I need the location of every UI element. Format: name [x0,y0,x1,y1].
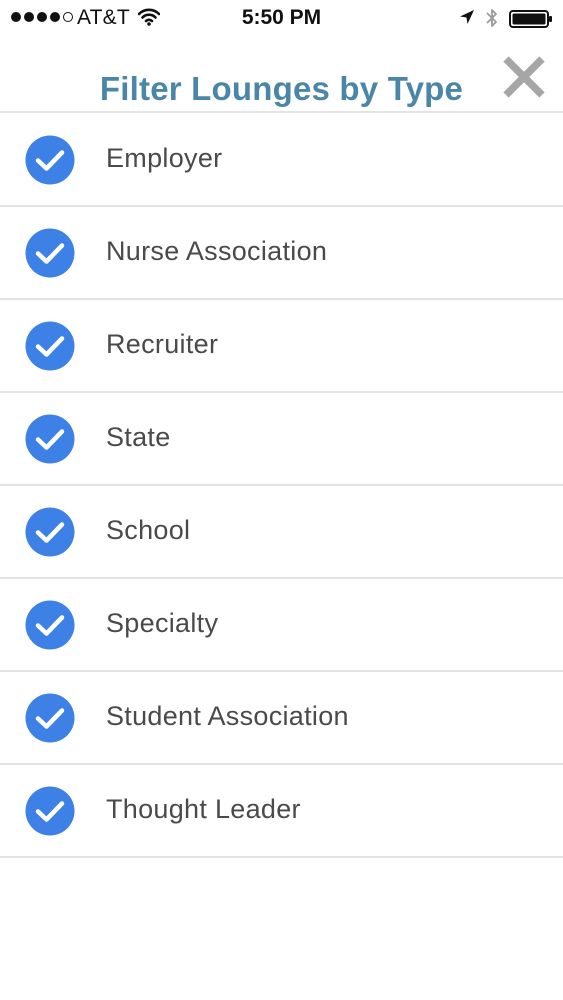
filter-item-student-association[interactable]: Student Association [0,672,563,765]
filter-label: Employer [106,143,223,173]
filter-item-school[interactable]: School [0,486,563,579]
checkmark-circle-icon[interactable] [25,786,75,836]
checkmark-circle-icon[interactable] [25,135,75,185]
bluetooth-icon [486,9,497,27]
filter-list: Employer Nurse Association Recruiter Sta… [0,114,563,858]
checkmark-circle-icon[interactable] [25,414,75,464]
location-arrow-icon [460,10,474,24]
filter-label: State [106,422,171,452]
filter-screen: AT&T 5:50 PM Filter Lounges by Type Empl… [0,0,563,1000]
filter-item-thought-leader[interactable]: Thought Leader [0,765,563,858]
status-time: 5:50 PM [241,6,322,29]
header: Filter Lounges by Type [0,40,563,113]
filter-label: School [106,515,191,545]
close-button[interactable] [500,53,548,101]
filter-label: Nurse Association [106,236,328,266]
filter-label: Recruiter [106,329,219,359]
checkmark-circle-icon[interactable] [25,321,75,371]
filter-item-specialty[interactable]: Specialty [0,579,563,672]
filter-label: Thought Leader [106,794,301,824]
filter-item-nurse-association[interactable]: Nurse Association [0,207,563,300]
checkmark-circle-icon[interactable] [25,600,75,650]
filter-label: Student Association [106,701,349,731]
filter-item-state[interactable]: State [0,393,563,486]
checkmark-circle-icon[interactable] [25,228,75,278]
close-x-icon [503,56,545,98]
page-title: Filter Lounges by Type [99,70,464,107]
status-bar: AT&T 5:50 PM [0,0,563,40]
checkmark-circle-icon[interactable] [25,507,75,557]
filter-item-employer[interactable]: Employer [0,114,563,207]
checkmark-circle-icon[interactable] [25,693,75,743]
battery-icon [509,10,552,28]
filter-label: Specialty [106,608,219,638]
filter-item-recruiter[interactable]: Recruiter [0,300,563,393]
